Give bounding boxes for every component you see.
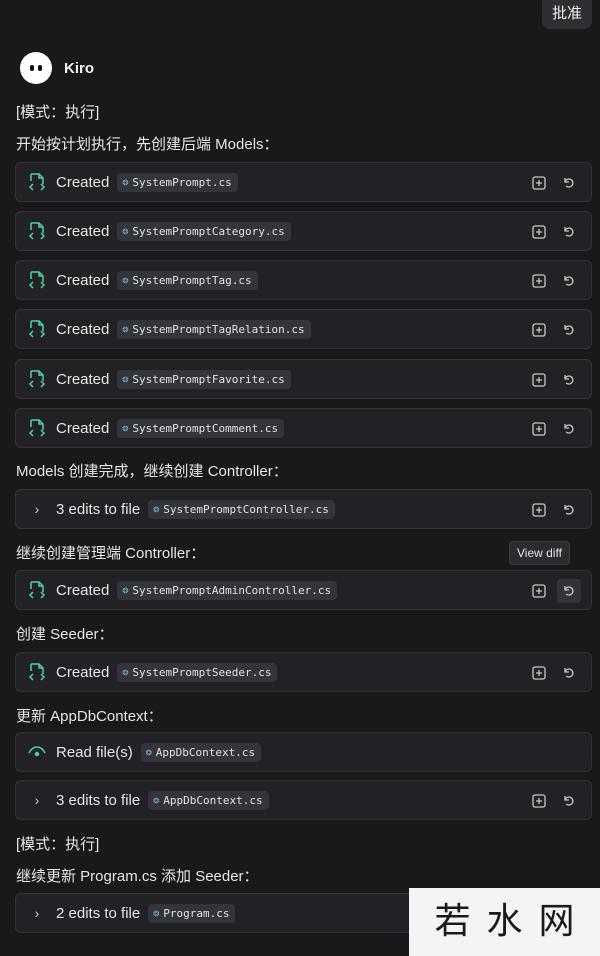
view-diff-icon[interactable] [527,269,551,293]
chevron-right-icon[interactable]: › [18,905,56,921]
file-chip[interactable]: ❂ SystemPromptComment.cs [117,418,285,438]
file-type-icon: ❂ [145,746,152,758]
message-text: 继续创建管理端 Controller： [16,545,206,562]
view-diff-icon[interactable] [527,661,551,685]
card-label: Created [56,222,110,240]
file-type-icon: ❂ [122,225,129,237]
watermark-logo: 若水网 [409,888,600,956]
file-type-icon: ❂ [122,323,129,335]
message-text: 开始按计划执行，先创建后端 Models： [16,136,279,153]
file-type-icon: ❂ [153,907,160,919]
file-code-icon [18,369,56,389]
undo-icon[interactable] [557,368,581,392]
message-text: 继续更新 Program.cs 添加 Seeder： [16,868,259,885]
undo-icon[interactable] [557,417,581,441]
file-chip[interactable]: ❂ Program.cs [148,903,236,923]
file-chip[interactable]: ❂ SystemPromptAdminController.cs [117,580,338,600]
card-label: Created [56,271,110,289]
undo-icon[interactable] [557,498,581,522]
watermark-title: 若水网 [434,901,591,942]
card-label: Created [56,663,110,681]
view-diff-icon[interactable] [527,498,551,522]
message-text: [模式：执行] [16,836,100,853]
file-type-icon: ❂ [122,274,129,286]
file-action-card[interactable]: Created ❂ SystemPromptTag.cs [15,260,592,300]
file-code-icon [18,172,56,192]
file-code-icon [18,270,56,290]
undo-icon[interactable] [557,269,581,293]
file-chip[interactable]: ❂ SystemPrompt.cs [117,172,238,192]
undo-icon[interactable] [557,661,581,685]
file-type-icon: ❂ [122,584,129,596]
chevron-right-icon[interactable]: › [18,501,56,517]
eye-icon [18,745,56,759]
undo-icon[interactable] [557,318,581,342]
file-chip[interactable]: ❂ SystemPromptCategory.cs [117,221,291,241]
file-type-icon: ❂ [122,422,129,434]
message-text: 创建 Seeder： [16,626,114,643]
card-label: Created [56,173,110,191]
card-label: Created [56,419,110,437]
undo-icon[interactable] [557,171,581,195]
view-diff-icon[interactable] [527,368,551,392]
file-action-card[interactable]: Created ❂ SystemPromptCategory.cs [15,211,592,251]
view-diff-tooltip: View diff [509,541,570,565]
view-diff-icon[interactable] [527,579,551,603]
message-text: Models 创建完成，继续创建 Controller： [16,463,288,480]
file-action-card[interactable]: Created ❂ SystemPromptAdminController.cs [15,570,592,610]
file-edits-card[interactable]: › 3 edits to file ❂ SystemPromptControlle… [15,489,592,529]
view-diff-icon[interactable] [527,318,551,342]
view-diff-icon[interactable] [527,789,551,813]
card-label: Read file(s) [56,743,133,761]
card-label: Created [56,581,110,599]
undo-icon[interactable] [557,579,581,603]
undo-icon[interactable] [557,220,581,244]
file-action-card[interactable]: Created ❂ SystemPromptTagRelation.cs [15,309,592,349]
file-chip[interactable]: ❂ SystemPromptTagRelation.cs [117,319,311,339]
undo-icon[interactable] [557,789,581,813]
file-chip[interactable]: ❂ SystemPromptController.cs [148,499,335,519]
file-action-card[interactable]: Created ❂ SystemPromptFavorite.cs [15,359,592,399]
view-diff-icon[interactable] [527,220,551,244]
file-type-icon: ❂ [122,373,129,385]
file-code-icon [18,319,56,339]
card-label: 2 edits to file [56,904,141,922]
view-diff-icon[interactable] [527,171,551,195]
file-type-icon: ❂ [122,176,129,188]
file-code-icon [18,418,56,438]
agent-name: Kiro [64,59,94,77]
message-text: [模式：执行] [16,104,100,121]
file-code-icon [18,580,56,600]
approve-button[interactable]: 批准 [541,0,592,29]
file-action-card[interactable]: Created ❂ SystemPromptSeeder.cs [15,652,592,692]
file-chip[interactable]: ❂ AppDbContext.cs [148,790,269,810]
file-action-card[interactable]: Created ❂ SystemPromptComment.cs [15,408,592,448]
file-chip[interactable]: ❂ SystemPromptSeeder.cs [117,662,278,682]
file-action-card[interactable]: Created ❂ SystemPrompt.cs [15,162,592,202]
view-diff-icon[interactable] [527,417,551,441]
card-label: Created [56,320,110,338]
file-read-card[interactable]: Read file(s) ❂ AppDbContext.cs [15,732,592,772]
kiro-avatar [20,52,52,84]
card-label: 3 edits to file [56,500,141,518]
card-label: 3 edits to file [56,791,141,809]
file-chip[interactable]: ❂ AppDbContext.cs [140,742,262,762]
agent-header: Kiro [20,52,94,84]
file-edits-card[interactable]: › 3 edits to file ❂ AppDbContext.cs [15,780,592,820]
file-chip[interactable]: ❂ SystemPromptFavorite.cs [117,369,291,389]
file-type-icon: ❂ [153,794,160,806]
file-code-icon [18,221,56,241]
file-type-icon: ❂ [122,666,129,678]
file-type-icon: ❂ [153,503,160,515]
message-text: 更新 AppDbContext： [16,708,163,725]
card-label: Created [56,370,110,388]
chevron-right-icon[interactable]: › [18,792,56,808]
file-chip[interactable]: ❂ SystemPromptTag.cs [117,270,258,290]
file-code-icon [18,662,56,682]
